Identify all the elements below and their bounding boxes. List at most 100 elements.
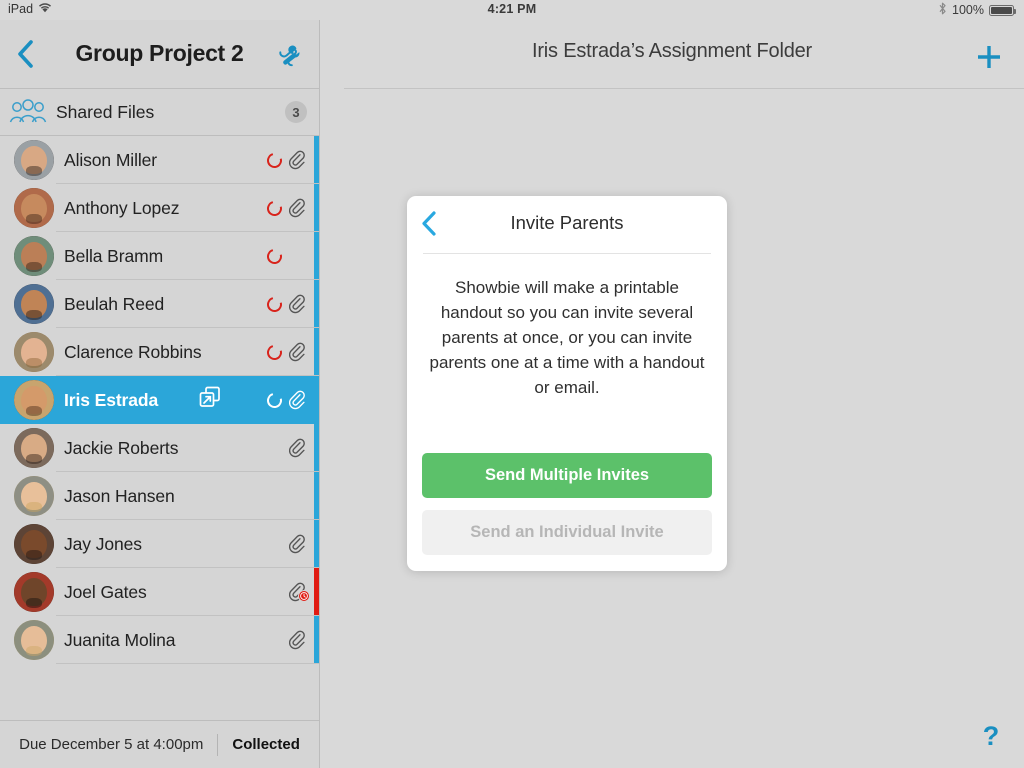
alert-badge-icon — [298, 590, 310, 602]
paperclip-icon[interactable] — [289, 390, 307, 410]
row-edge-indicator — [314, 616, 319, 664]
paperclip-icon[interactable] — [289, 534, 307, 554]
settings-button[interactable] — [277, 42, 307, 68]
status-bar: iPad 4:21 PM 100% — [0, 0, 1024, 20]
avatar — [14, 380, 54, 420]
plus-icon — [978, 46, 1000, 68]
red-circle-icon — [264, 197, 285, 219]
student-row[interactable]: Jay Jones — [0, 520, 319, 568]
folder-title: Iris Estrada’s Assignment Folder — [531, 40, 813, 62]
row-icons — [264, 232, 307, 280]
paperclip-icon[interactable] — [289, 198, 307, 218]
student-name: Joel Gates — [64, 581, 147, 602]
student-list: Alison Miller Anthony Lopez Bella Bramm Beu… — [0, 136, 319, 664]
battery-full-icon — [989, 4, 1016, 16]
sidebar: Group Project 2 Shared Files 3 Alison Mi… — [0, 20, 320, 768]
paperclip-icon[interactable] — [289, 582, 310, 602]
send-individual-invite-button[interactable]: Send an Individual Invite — [422, 510, 712, 555]
dialog-actions: Send Multiple Invites Send an Individual… — [422, 453, 712, 555]
row-icons — [267, 520, 307, 568]
dialog-title: Invite Parents — [510, 212, 624, 233]
student-row[interactable]: Clarence Robbins — [0, 328, 319, 376]
paperclip-icon[interactable] — [289, 630, 307, 650]
row-edge-indicator — [314, 280, 319, 328]
row-icons — [267, 568, 310, 616]
paperclip-icon[interactable] — [289, 294, 307, 314]
avatar — [14, 524, 54, 564]
paperclip-icon[interactable] — [289, 150, 307, 170]
white-circle-icon — [264, 389, 285, 411]
row-icons — [267, 472, 307, 520]
bluetooth-icon — [938, 2, 947, 18]
red-circle-icon — [264, 245, 285, 267]
status-badge: Collected — [232, 736, 300, 753]
main-content: Iris Estrada’s Assignment Folder Invite … — [320, 20, 1024, 768]
dialog-title-divider — [423, 253, 711, 254]
row-edge-indicator — [314, 184, 319, 232]
sidebar-header: Group Project 2 — [0, 20, 319, 88]
row-edge-indicator — [314, 136, 319, 184]
dialog-header: Invite Parents — [407, 196, 727, 253]
avatar — [14, 428, 54, 468]
student-row[interactable]: Joel Gates — [0, 568, 319, 616]
student-name: Anthony Lopez — [64, 197, 180, 218]
student-row[interactable]: Juanita Molina — [0, 616, 319, 664]
student-name: Jay Jones — [64, 533, 142, 554]
avatar — [14, 188, 54, 228]
student-row[interactable]: Alison Miller — [0, 136, 319, 184]
chevron-left-icon — [18, 40, 33, 68]
status-bar-right: 100% — [938, 2, 1016, 18]
avatar — [14, 620, 54, 660]
send-multiple-invites-button[interactable]: Send Multiple Invites — [422, 453, 712, 498]
student-name: Jackie Roberts — [64, 437, 179, 458]
row-icons — [264, 280, 307, 328]
row-edge-indicator — [314, 328, 319, 376]
help-button[interactable]: ? — [978, 720, 1004, 752]
row-icons — [267, 424, 307, 472]
sidebar-item-shared-files[interactable]: Shared Files 3 — [0, 88, 319, 136]
avatar — [14, 140, 54, 180]
shared-files-count-badge: 3 — [285, 101, 307, 123]
header-divider — [344, 88, 1024, 89]
red-circle-icon — [264, 293, 285, 315]
row-separator — [56, 663, 319, 664]
student-row[interactable]: Jason Hansen — [0, 472, 319, 520]
student-row[interactable]: Jackie Roberts — [0, 424, 319, 472]
row-icons — [264, 376, 307, 424]
row-edge-indicator — [314, 472, 319, 520]
avatar — [14, 332, 54, 372]
paperclip-icon[interactable] — [289, 438, 307, 458]
due-date-label: Due December 5 at 4:00pm — [19, 736, 204, 753]
student-name: Alison Miller — [64, 149, 158, 170]
red-circle-icon — [264, 341, 285, 363]
student-row[interactable]: Bella Bramm — [0, 232, 319, 280]
back-button[interactable] — [10, 38, 40, 70]
dialog-back-button[interactable] — [420, 210, 448, 238]
student-name: Bella Bramm — [64, 245, 164, 266]
row-edge-indicator — [314, 568, 319, 616]
student-row[interactable]: Beulah Reed — [0, 280, 319, 328]
add-button[interactable] — [972, 40, 1006, 74]
app-root: iPad 4:21 PM 100% Group Project 2 Shared… — [0, 0, 1024, 768]
open-in-new-icon[interactable] — [197, 385, 223, 416]
avatar — [14, 284, 54, 324]
status-bar-time: 4:21 PM — [487, 2, 537, 16]
dialog-body-text: Showbie will make a printable handout so… — [429, 278, 705, 397]
avatar — [14, 236, 54, 276]
student-name: Juanita Molina — [64, 629, 176, 650]
red-circle-icon — [264, 149, 285, 171]
row-icons — [264, 328, 307, 376]
wrench-icon — [279, 45, 300, 67]
row-edge-indicator — [314, 232, 319, 280]
chevron-left-icon — [422, 211, 436, 236]
avatar — [14, 572, 54, 612]
student-name: Beulah Reed — [64, 293, 165, 314]
people-group-icon — [0, 99, 56, 125]
page-title: Group Project 2 — [75, 40, 244, 66]
row-icons — [264, 136, 307, 184]
invite-parents-dialog: Invite Parents Showbie will make a print… — [407, 196, 727, 571]
row-edge-indicator — [314, 376, 319, 424]
student-row[interactable]: Anthony Lopez — [0, 184, 319, 232]
student-row[interactable]: Iris Estrada — [0, 376, 319, 424]
paperclip-icon[interactable] — [289, 342, 307, 362]
